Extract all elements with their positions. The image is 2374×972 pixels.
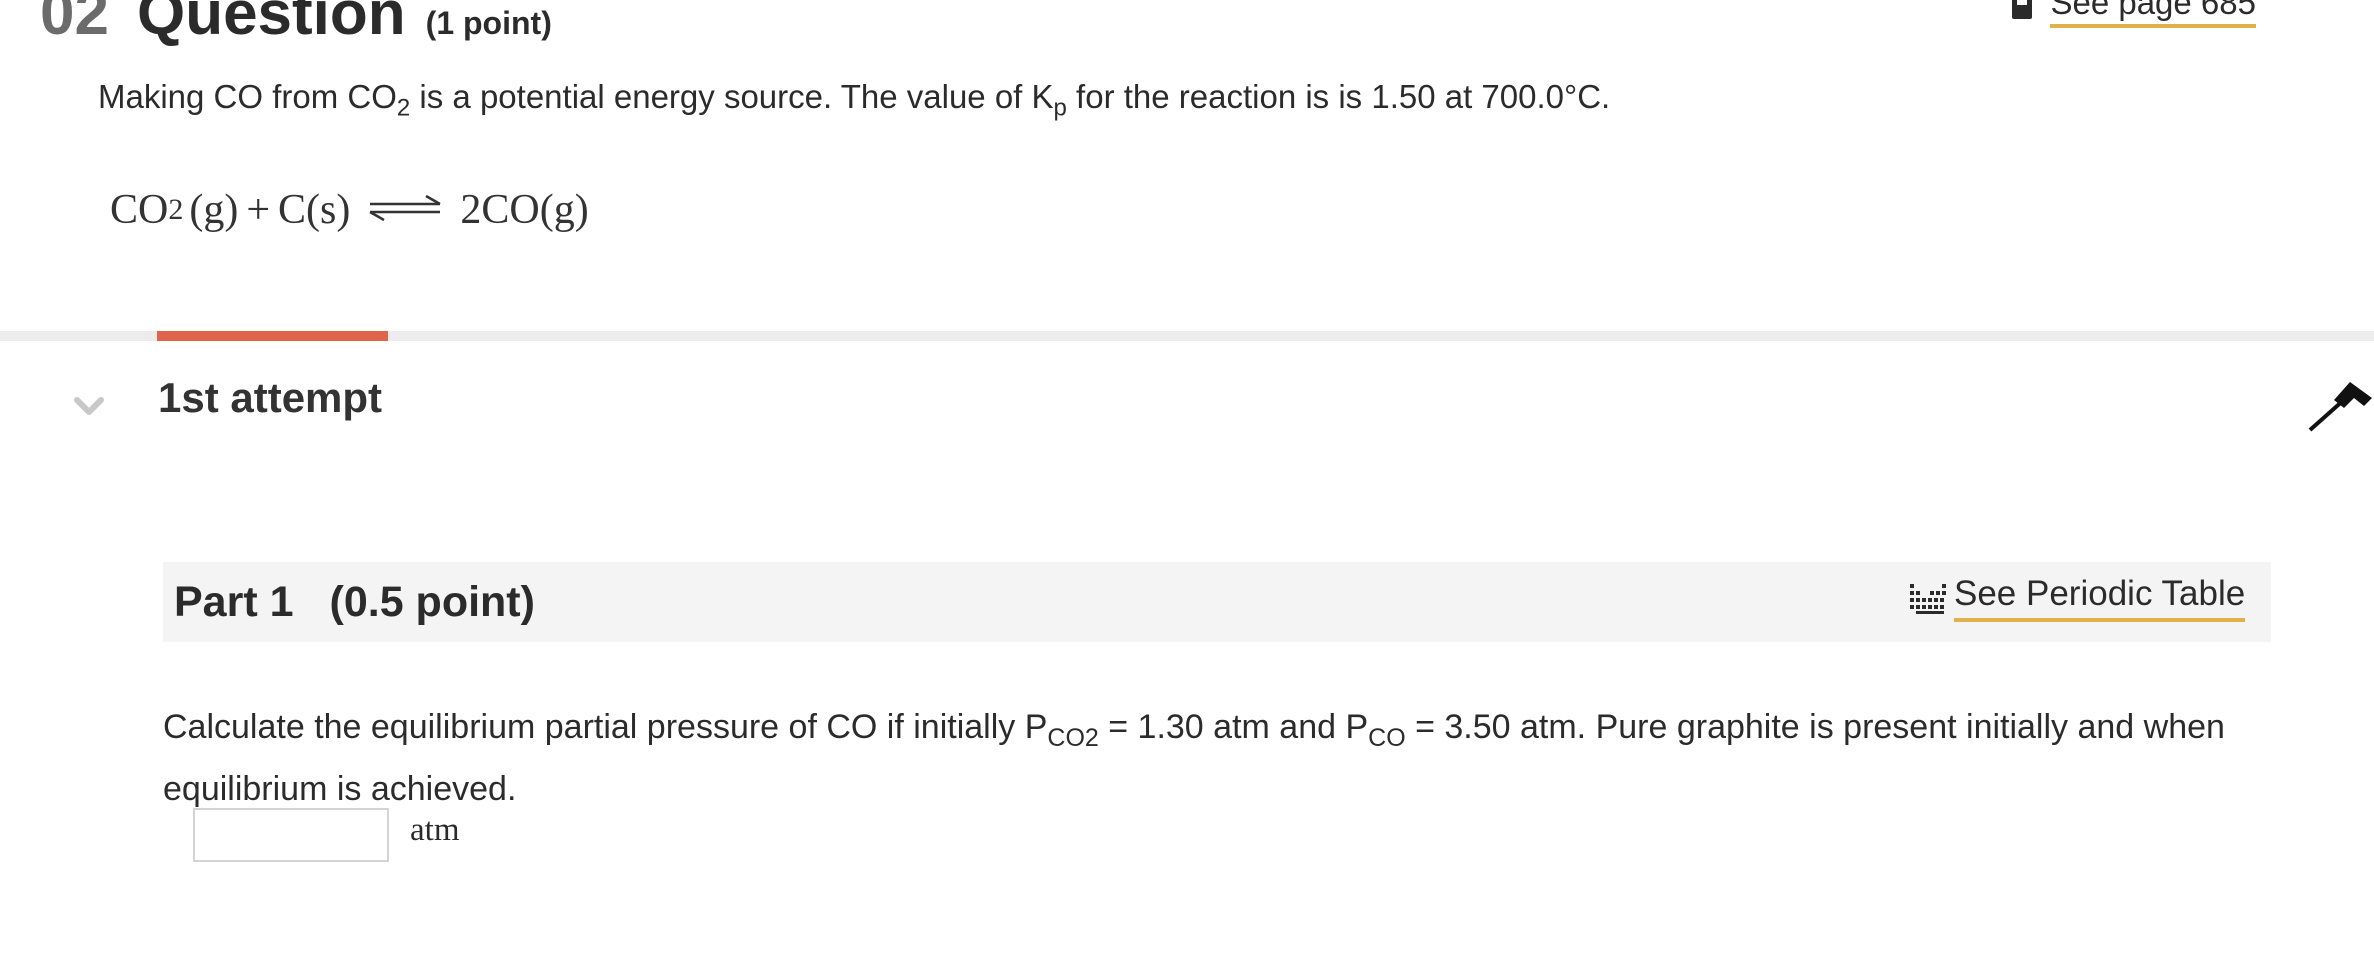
- part-points: (0.5 point): [329, 578, 535, 626]
- intro-text: Making CO from CO: [98, 78, 397, 115]
- periodic-table-label[interactable]: See Periodic Table: [1954, 574, 2246, 622]
- question-text: = 1.30 atm and P: [1098, 708, 1369, 746]
- question-subscript: CO2: [1047, 723, 1099, 752]
- attempt-tab-indicator: [157, 331, 388, 341]
- see-page-label[interactable]: See page 685: [2050, 0, 2256, 28]
- question-header: 02 Question (1 point): [40, 0, 552, 48]
- question-title: Question: [136, 0, 406, 48]
- equation-plus: +: [246, 187, 271, 233]
- question-points: (1 point): [425, 5, 552, 41]
- part-question: Calculate the equilibrium partial pressu…: [163, 702, 2293, 815]
- answer-input[interactable]: [193, 808, 389, 862]
- intro-text: is a potential energy source. The value …: [410, 78, 1054, 115]
- equation-subscript: 2: [168, 193, 184, 226]
- equation-reactant: C: [278, 187, 307, 233]
- reaction-equation: CO 2 (g) + C (s) 2CO (g): [110, 186, 589, 234]
- intro-subscript: 2: [396, 94, 411, 122]
- book-icon: [2012, 0, 2033, 19]
- periodic-table-icon: [1910, 584, 1946, 614]
- question-number: 02: [40, 0, 109, 48]
- part-title: Part 1 (0.5 point): [174, 578, 535, 627]
- see-page-link[interactable]: See page 685: [2010, 0, 2256, 28]
- equation-reactant: CO: [110, 187, 169, 233]
- periodic-table-link[interactable]: See Periodic Table: [1908, 574, 2246, 622]
- equation-state: (g): [189, 187, 239, 233]
- question-subscript: CO: [1368, 723, 1406, 752]
- question-intro: Making CO from CO2 is a potential energy…: [98, 78, 1610, 123]
- attempt-title[interactable]: 1st attempt: [158, 374, 382, 422]
- part-label: Part 1: [174, 578, 294, 626]
- equation-product: 2CO: [460, 187, 540, 233]
- intro-subscript: p: [1053, 94, 1067, 122]
- equation-state: (g): [539, 187, 589, 233]
- chevron-down-icon[interactable]: [72, 390, 106, 424]
- answer-unit: atm: [410, 812, 460, 848]
- equilibrium-arrow-icon: [366, 186, 444, 234]
- intro-text: for the reaction is is 1.50 at 700.0°C.: [1066, 78, 1611, 115]
- equation-state: (s): [306, 187, 351, 233]
- pin-icon[interactable]: [2306, 376, 2374, 436]
- question-text: Calculate the equilibrium partial pressu…: [163, 708, 1048, 746]
